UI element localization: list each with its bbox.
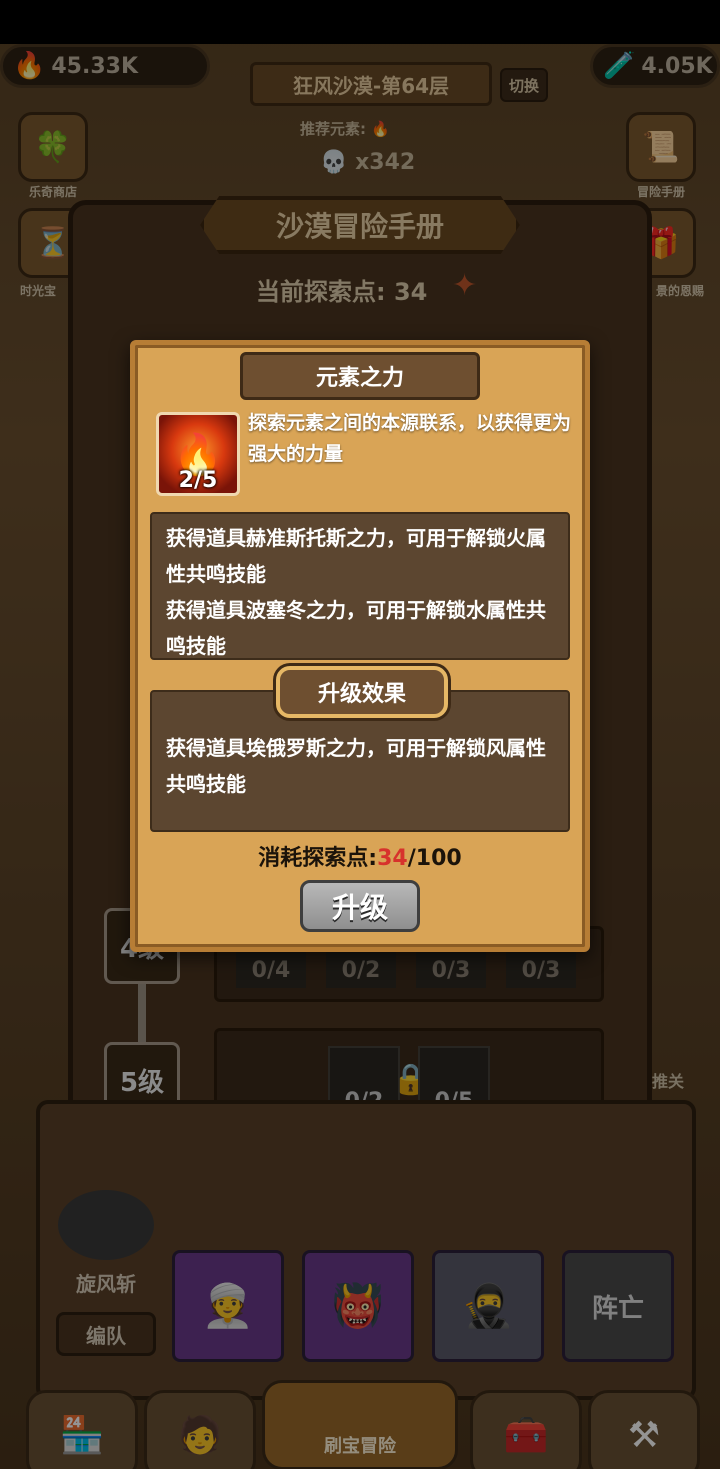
cost-current: 34: [377, 846, 408, 871]
dialog-title: 元素之力: [240, 352, 480, 400]
current-effect-2: 获得道具波塞冬之力，可用于解锁水属性共鸣技能: [166, 598, 546, 658]
cost-label: 消耗探索点:: [258, 846, 378, 871]
upgrade-button[interactable]: 升级: [300, 880, 420, 932]
skill-level: 2/5: [178, 468, 218, 493]
current-effect-1: 获得道具赫准斯托斯之力，可用于解锁火属性共鸣技能: [166, 526, 546, 586]
cost-total: /100: [407, 846, 462, 871]
current-effects-box: 获得道具赫准斯托斯之力，可用于解锁火属性共鸣技能 获得道具波塞冬之力，可用于解锁…: [150, 512, 570, 660]
upgrade-effect-text: 获得道具埃俄罗斯之力，可用于解锁风属性共鸣技能: [166, 736, 546, 796]
upgrade-effect-label: 升级效果: [276, 666, 448, 718]
skill-description: 探索元素之间的本源联系，以获得更为强大的力量: [248, 412, 572, 465]
cost-line: 消耗探索点:34/100: [130, 840, 590, 872]
